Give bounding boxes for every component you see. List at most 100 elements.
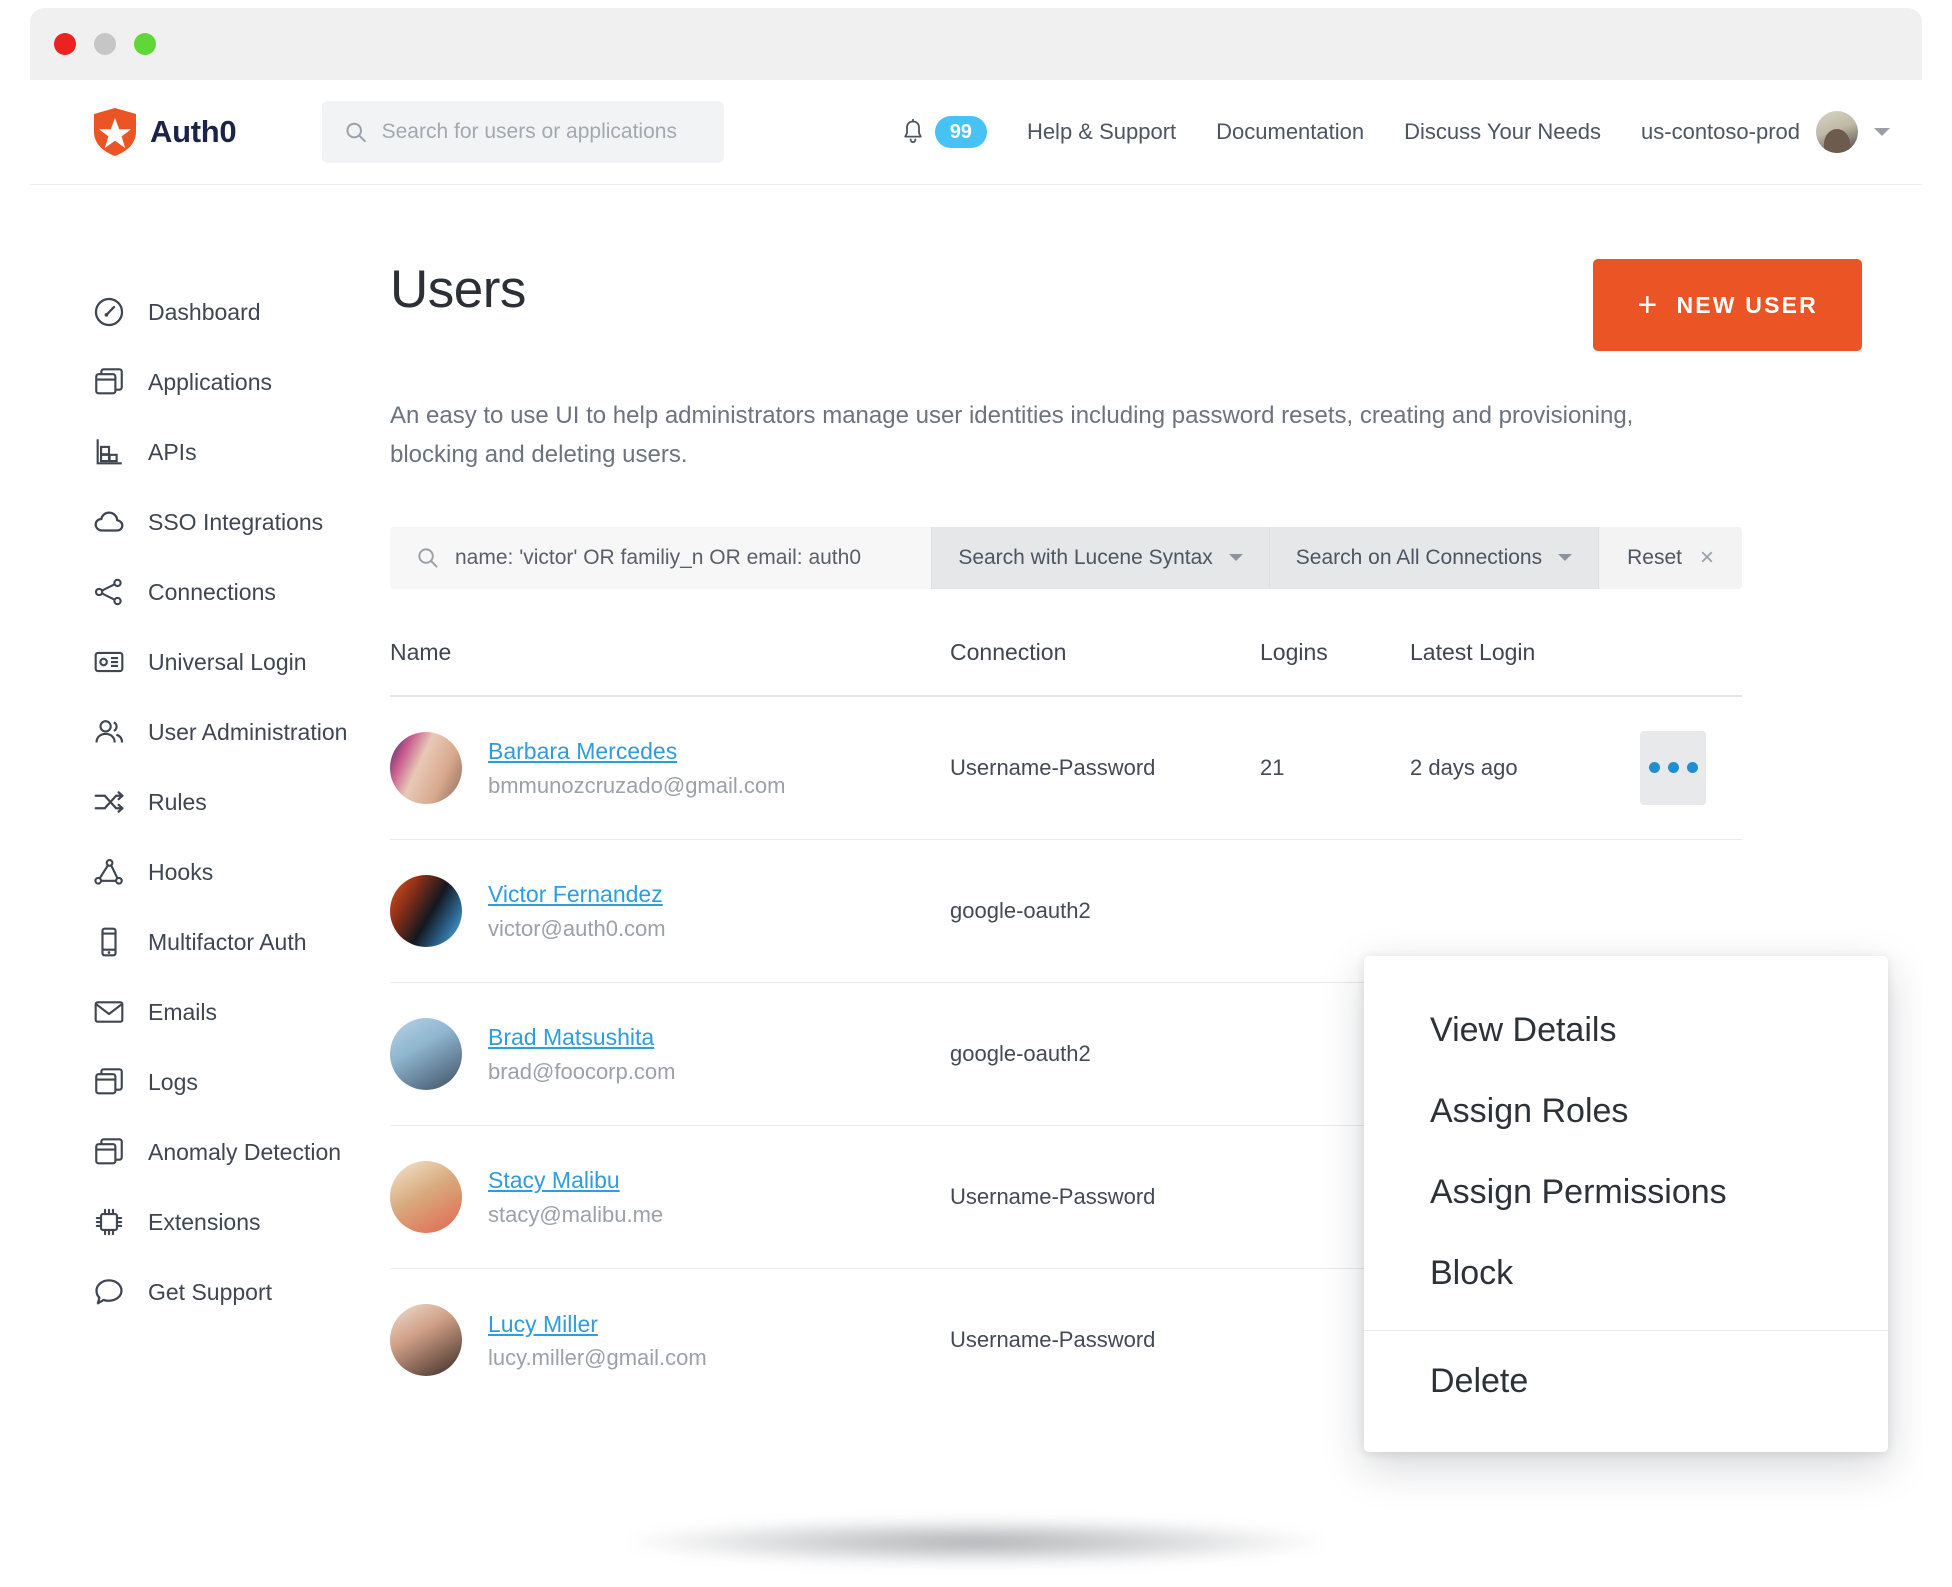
- minimize-window-button[interactable]: [94, 33, 116, 55]
- column-header-name: Name: [390, 639, 452, 666]
- sidebar-item-label: Multifactor Auth: [148, 928, 307, 955]
- user-name-link[interactable]: Lucy Miller: [488, 1311, 598, 1337]
- sidebar-item-label: Extensions: [148, 1208, 261, 1235]
- avatar: [390, 874, 462, 947]
- reset-filters-button[interactable]: Reset ×: [1598, 526, 1742, 589]
- table-row[interactable]: Barbara Mercedes bmmunozcruzado@gmail.co…: [390, 697, 1742, 840]
- new-user-button[interactable]: + NEW USER: [1593, 259, 1862, 351]
- envelope-icon: [94, 1001, 124, 1023]
- nav-discuss-your-needs[interactable]: Discuss Your Needs: [1404, 119, 1601, 145]
- tenant-switcher[interactable]: us-contoso-prod: [1641, 111, 1890, 153]
- window-drop-shadow: [626, 1519, 1326, 1565]
- speech-bubble-icon: [95, 1279, 123, 1305]
- page-description: An easy to use UI to help administrators…: [390, 402, 1634, 468]
- sidebar-item-extensions[interactable]: Extensions: [92, 1187, 390, 1257]
- user-avatar: [1816, 111, 1858, 153]
- notifications-button[interactable]: 99: [901, 116, 987, 148]
- row-actions-button[interactable]: [1640, 730, 1706, 805]
- avatar: [390, 1017, 462, 1090]
- sidebar-item-universal-login[interactable]: Universal Login: [92, 627, 390, 697]
- sidebar-navigation: Dashboard Applications APIs SSO Integrat…: [30, 185, 390, 1526]
- header-links: 99 Help & Support Documentation Discuss …: [901, 111, 1890, 153]
- table-header-row: Name Connection Logins Latest Login: [390, 611, 1742, 697]
- sidebar-item-logs[interactable]: Logs: [92, 1047, 390, 1117]
- menu-item-delete[interactable]: Delete: [1364, 1341, 1888, 1422]
- shield-star-icon: [94, 108, 136, 156]
- connections-filter-dropdown[interactable]: Search on All Connections: [1268, 526, 1599, 589]
- share-nodes-icon: [94, 578, 122, 606]
- sidebar-item-label: Anomaly Detection: [148, 1138, 342, 1165]
- close-window-button[interactable]: [54, 33, 76, 55]
- search-icon: [346, 122, 367, 143]
- windows-stack-icon: [95, 368, 123, 395]
- lucene-query-field[interactable]: [390, 526, 932, 589]
- user-name-link[interactable]: Brad Matsushita: [488, 1024, 654, 1050]
- search-syntax-dropdown[interactable]: Search with Lucene Syntax: [931, 526, 1269, 589]
- sidebar-item-label: Applications: [148, 368, 273, 395]
- global-search[interactable]: [322, 101, 725, 163]
- menu-divider: [1364, 1330, 1888, 1331]
- nav-help-support[interactable]: Help & Support: [1027, 119, 1176, 145]
- menu-item-block[interactable]: Block: [1364, 1233, 1888, 1314]
- sidebar-item-sso-integrations[interactable]: SSO Integrations: [92, 487, 390, 557]
- sidebar-item-user-administration[interactable]: User Administration: [92, 697, 390, 767]
- new-user-button-label: NEW USER: [1676, 291, 1818, 318]
- sidebar-item-anomaly-detection[interactable]: Anomaly Detection: [92, 1117, 390, 1187]
- auth0-logo[interactable]: Auth0: [92, 107, 237, 157]
- sidebar-item-label: Hooks: [148, 858, 214, 885]
- page-title: Users: [390, 260, 526, 319]
- user-email: lucy.miller@gmail.com: [488, 1345, 707, 1370]
- reset-label: Reset: [1627, 545, 1682, 569]
- sidebar-item-connections[interactable]: Connections: [92, 557, 390, 627]
- search-syntax-label: Search with Lucene Syntax: [958, 545, 1213, 569]
- menu-item-assign-permissions[interactable]: Assign Permissions: [1364, 1152, 1888, 1233]
- app-viewport: Auth0 99 Help & Support: [30, 80, 1922, 1527]
- tenant-name: us-contoso-prod: [1641, 119, 1800, 144]
- mobile-device-icon: [101, 927, 117, 957]
- sidebar-item-label: Get Support: [148, 1278, 273, 1305]
- user-cell: Lucy Miller lucy.miller@gmail.com: [390, 1304, 950, 1377]
- sidebar-item-label: Emails: [148, 998, 218, 1025]
- top-navigation-bar: Auth0 99 Help & Support: [30, 80, 1922, 185]
- bell-icon: [903, 118, 922, 143]
- page-header: Users + NEW USER: [390, 259, 1862, 351]
- cell-connection: google-oauth2: [950, 1040, 1091, 1066]
- arrows-shuffle-icon: [94, 791, 124, 813]
- plus-icon: +: [1637, 286, 1660, 324]
- cell-connection: Username-Password: [950, 1183, 1156, 1209]
- windows-stack-icon: [95, 1138, 123, 1165]
- query-input[interactable]: [455, 545, 906, 570]
- nav-documentation[interactable]: Documentation: [1216, 119, 1364, 145]
- user-cell: Victor Fernandez victor@auth0.com: [390, 874, 950, 947]
- cell-logins: 21: [1260, 754, 1285, 780]
- user-name-link[interactable]: Barbara Mercedes: [488, 738, 677, 764]
- avatar: [390, 1304, 462, 1377]
- app-window: Auth0 99 Help & Support: [0, 0, 1952, 1587]
- chevron-down-icon: [1558, 554, 1573, 562]
- user-name-link[interactable]: Stacy Malibu: [488, 1167, 620, 1193]
- menu-item-assign-roles[interactable]: Assign Roles: [1364, 1071, 1888, 1152]
- sidebar-item-multifactor-auth[interactable]: Multifactor Auth: [92, 907, 390, 977]
- sidebar-item-emails[interactable]: Emails: [92, 977, 390, 1047]
- cloud-icon: [94, 511, 124, 532]
- sidebar-item-label: Logs: [148, 1068, 198, 1095]
- user-cell: Stacy Malibu stacy@malibu.me: [390, 1160, 950, 1233]
- sidebar-item-get-support[interactable]: Get Support: [92, 1257, 390, 1327]
- sidebar-item-dashboard[interactable]: Dashboard: [92, 277, 390, 347]
- bar-blocks-icon: [96, 439, 122, 465]
- cell-actions: [1640, 730, 1742, 805]
- user-name-link[interactable]: Victor Fernandez: [488, 881, 663, 907]
- maximize-window-button[interactable]: [134, 33, 156, 55]
- search-input[interactable]: [381, 120, 703, 144]
- sidebar-item-hooks[interactable]: Hooks: [92, 837, 390, 907]
- sidebar-item-applications[interactable]: Applications: [92, 347, 390, 417]
- sidebar-item-apis[interactable]: APIs: [92, 417, 390, 487]
- cell-connection: google-oauth2: [950, 897, 1091, 923]
- row-context-menu: View Details Assign Roles Assign Permiss…: [1364, 956, 1888, 1452]
- window-title-bar: [30, 8, 1922, 80]
- sidebar-item-rules[interactable]: Rules: [92, 767, 390, 837]
- user-cell: Brad Matsushita brad@foocorp.com: [390, 1017, 950, 1090]
- gauge-icon: [94, 297, 124, 327]
- menu-item-view-details[interactable]: View Details: [1364, 990, 1888, 1071]
- avatar: [390, 731, 462, 804]
